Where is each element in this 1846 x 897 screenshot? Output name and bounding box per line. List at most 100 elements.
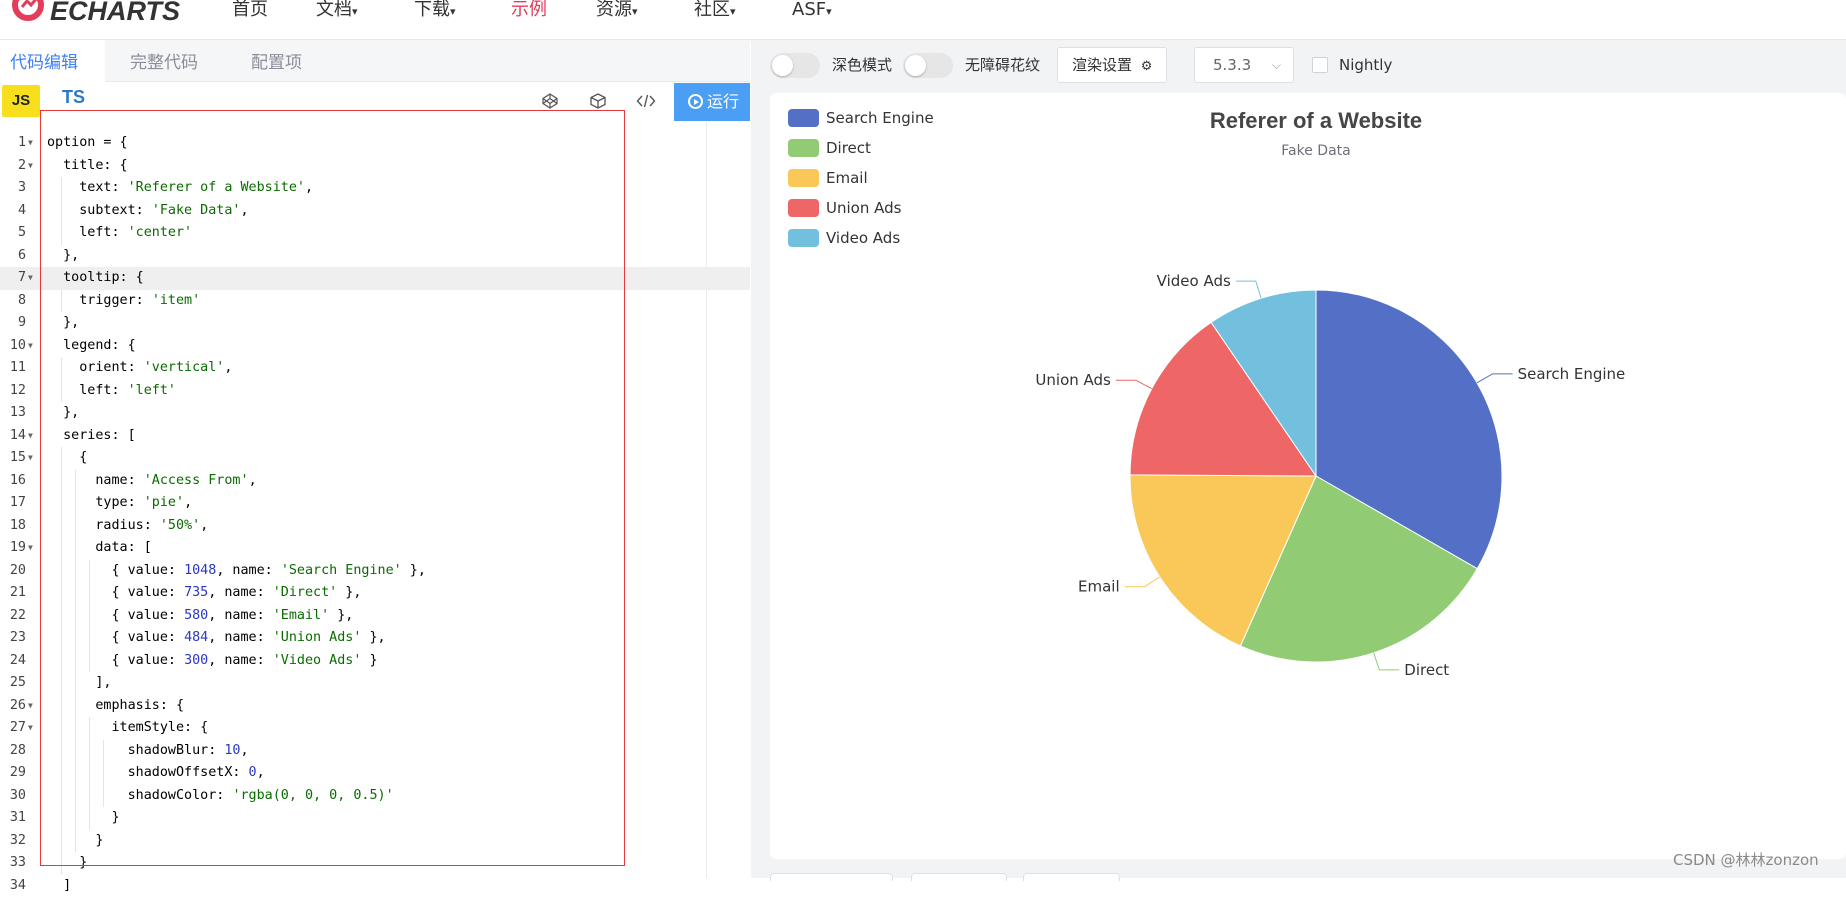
legend-swatch[interactable] [788, 199, 819, 217]
code-icon[interactable] [636, 92, 656, 112]
code-line[interactable]: 18 radius: '50%', [0, 515, 750, 538]
code-line[interactable]: 26▼ emphasis: { [0, 695, 750, 718]
bottom-tab[interactable] [770, 873, 893, 881]
nav-item[interactable]: ASF▾ [792, 0, 832, 22]
fold-arrow-icon[interactable]: ▼ [28, 335, 33, 358]
legend-swatch[interactable] [788, 139, 819, 157]
code-line[interactable]: 2▼ title: { [0, 155, 750, 178]
code-line[interactable]: 10▼ legend: { [0, 335, 750, 358]
aria-pattern-toggle[interactable] [903, 53, 953, 78]
code-line[interactable]: 7▼ tooltip: { [0, 267, 750, 290]
code-line[interactable]: 1▼option = { [0, 132, 750, 155]
indent-guide [61, 695, 62, 718]
code-line[interactable]: 15▼ { [0, 447, 750, 470]
code-line[interactable]: 29 shadowOffsetX: 0, [0, 762, 750, 785]
line-number: 8 [0, 290, 26, 313]
code-line[interactable]: 21 { value: 735, name: 'Direct' }, [0, 582, 750, 605]
code-line[interactable]: 13 }, [0, 402, 750, 425]
fold-arrow-icon[interactable]: ▼ [28, 425, 33, 448]
code-line[interactable]: 31 } [0, 807, 750, 830]
code-text: series: [ [47, 425, 136, 448]
slice-label: Video Ads [1157, 272, 1231, 290]
logo-text: ECHARTS [50, 0, 180, 27]
legend-label: Direct [826, 139, 871, 157]
version-select[interactable]: 5.3.3 ⌵ [1194, 47, 1294, 83]
nav-item-label: 首页 [232, 0, 268, 20]
nav-item[interactable]: 文档▾ [316, 0, 358, 22]
code-line[interactable]: 22 { value: 580, name: 'Email' }, [0, 605, 750, 628]
legend-swatch[interactable] [788, 229, 819, 247]
line-number: 26 [0, 695, 26, 718]
js-language-button[interactable]: JS [2, 85, 40, 117]
tab-code-edit[interactable]: 代码编辑 [0, 40, 105, 82]
code-line[interactable]: 5 left: 'center' [0, 222, 750, 245]
code-line[interactable]: 3 text: 'Referer of a Website', [0, 177, 750, 200]
line-number: 12 [0, 380, 26, 403]
code-line[interactable]: 9 }, [0, 312, 750, 335]
nightly-checkbox[interactable] [1312, 57, 1328, 73]
render-settings-button[interactable]: 渲染设置 ⚙ [1057, 47, 1167, 83]
code-line[interactable]: 6 }, [0, 245, 750, 268]
code-text: radius: '50%', [47, 515, 208, 538]
indent-guide [89, 650, 90, 673]
code-editor[interactable]: 1▼option = {2▼ title: {3 text: 'Referer … [0, 122, 750, 878]
legend-swatch[interactable] [788, 109, 819, 127]
code-line[interactable]: 28 shadowBlur: 10, [0, 740, 750, 763]
code-line[interactable]: 30 shadowColor: 'rgba(0, 0, 0, 0.5)' [0, 785, 750, 808]
nav-item-label: 下载 [414, 0, 450, 20]
code-line[interactable]: 16 name: 'Access From', [0, 470, 750, 493]
bottom-tab[interactable] [1023, 873, 1120, 881]
dark-mode-toggle[interactable] [770, 53, 820, 78]
fold-arrow-icon[interactable]: ▼ [28, 132, 33, 155]
nav-item[interactable]: 下载▾ [414, 0, 456, 22]
code-line[interactable]: 33 } [0, 852, 750, 875]
code-line[interactable]: 20 { value: 1048, name: 'Search Engine' … [0, 560, 750, 583]
code-text: { value: 735, name: 'Direct' }, [47, 582, 361, 605]
code-line[interactable]: 24 { value: 300, name: 'Video Ads' } [0, 650, 750, 673]
code-line[interactable]: 11 orient: 'vertical', [0, 357, 750, 380]
indent-guide [61, 357, 62, 380]
top-navbar: ECHARTS 首页 文档▾ 下载▾ 示例 资源▾ 社区▾ ASF▾ [0, 0, 1846, 40]
run-button[interactable]: 运行 [674, 83, 750, 121]
code-text: { value: 580, name: 'Email' }, [47, 605, 353, 628]
nav-item[interactable]: 首页 [232, 0, 268, 20]
codesandbox-icon[interactable] [588, 92, 608, 112]
nav-item[interactable]: 资源▾ [596, 0, 638, 22]
line-number: 21 [0, 582, 26, 605]
indent-guide [75, 740, 76, 763]
code-line[interactable]: 14▼ series: [ [0, 425, 750, 448]
code-line[interactable]: 25 ], [0, 672, 750, 695]
indent-guide [89, 740, 90, 763]
fold-arrow-icon[interactable]: ▼ [28, 717, 33, 740]
code-line[interactable]: 17 type: 'pie', [0, 492, 750, 515]
echarts-logo-icon [8, 0, 48, 31]
bottom-tab[interactable] [911, 873, 1007, 881]
code-line[interactable]: 12 left: 'left' [0, 380, 750, 403]
fold-arrow-icon[interactable]: ▼ [28, 267, 33, 290]
code-line[interactable]: 19▼ data: [ [0, 537, 750, 560]
tab-full-code[interactable]: 完整代码 [120, 40, 208, 82]
line-number: 15 [0, 447, 26, 470]
nav-item[interactable]: 示例 [511, 0, 547, 20]
fold-arrow-icon[interactable]: ▼ [28, 695, 33, 718]
tab-options[interactable]: 配置项 [241, 40, 312, 82]
code-text: trigger: 'item' [47, 290, 200, 313]
code-line[interactable]: 23 { value: 484, name: 'Union Ads' }, [0, 627, 750, 650]
codepen-icon[interactable] [540, 92, 560, 112]
code-line[interactable]: 4 subtext: 'Fake Data', [0, 200, 750, 223]
indent-guide [61, 515, 62, 538]
code-line[interactable]: 32 } [0, 830, 750, 853]
ts-language-button[interactable]: TS [62, 87, 85, 108]
code-line[interactable]: 8 trigger: 'item' [0, 290, 750, 313]
pie-chart[interactable]: Referer of a WebsiteFake DataSearch Engi… [770, 93, 1846, 859]
echarts-logo[interactable]: ECHARTS [8, 0, 180, 28]
legend-swatch[interactable] [788, 169, 819, 187]
indent-guide [89, 762, 90, 785]
fold-arrow-icon[interactable]: ▼ [28, 155, 33, 178]
nav-item[interactable]: 社区▾ [694, 0, 736, 22]
code-text: ], [47, 672, 112, 695]
code-line[interactable]: 27▼ itemStyle: { [0, 717, 750, 740]
indent-guide [61, 830, 62, 853]
fold-arrow-icon[interactable]: ▼ [28, 537, 33, 560]
fold-arrow-icon[interactable]: ▼ [28, 447, 33, 470]
